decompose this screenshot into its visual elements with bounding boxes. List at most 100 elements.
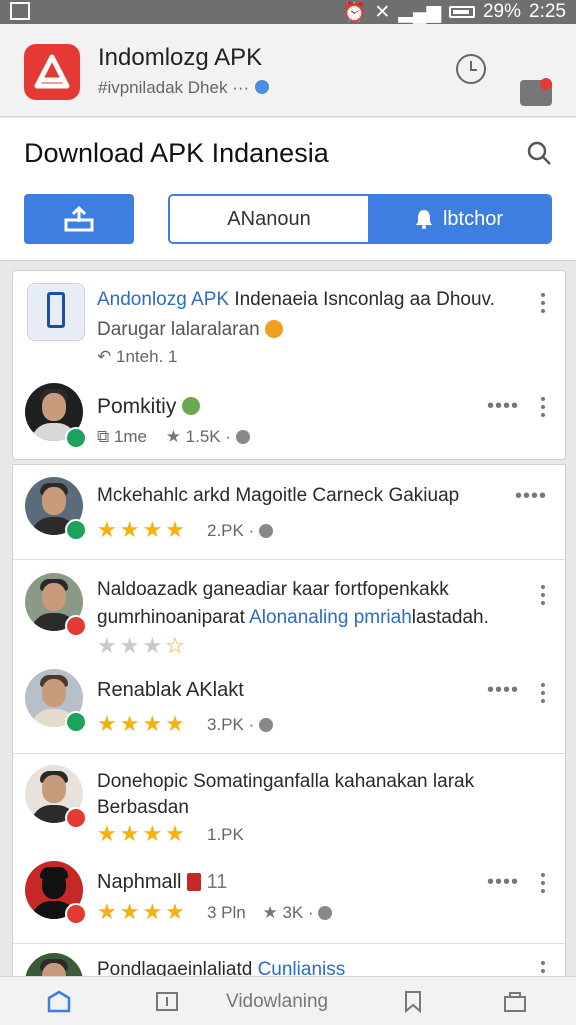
nav-download-label[interactable]: Vidowlaning [226,991,328,1013]
verified-badge-icon [65,519,87,541]
app-title: Indomlozg APK [98,44,263,71]
verified-icon [255,80,270,94]
mute-icon: ✕ [374,1,391,23]
item-count: 3 Pln ★ 3K · [207,903,333,923]
status-bar: ⏰ ✕ ▂▄▆ 29% 2:25 [0,0,576,24]
tab-bell-label: lbtchor [442,207,504,230]
star-icon: ★ [165,427,181,446]
bell-icon [415,210,432,229]
item-title-text: Naphmall [97,871,182,893]
clock-time: 2:25 [529,1,566,22]
flag-icon [187,873,202,891]
globe-small-icon [318,906,333,920]
item-link[interactable]: Alonanaling pmriah [249,607,412,628]
star-rating: ★★★☆ [97,633,188,658]
star-rating: ★★★★ [97,899,188,924]
alert-badge-icon [65,615,87,637]
comment-count: 1me [113,427,147,446]
app-header: Indomlozg APK #ivpniladak Dhek ··· [0,24,576,117]
star-rating: ★★★★ [97,517,188,542]
more-options-icon[interactable] [541,397,545,417]
segmented-control: ANanoun lbtchor [168,194,552,244]
horizontal-more-icon[interactable]: •••• [487,871,519,894]
user-meta: ⧉ 1me ★ 1.5K · [97,427,250,447]
item-count-text: 3.PK · [207,715,255,734]
item-title-line2: Berbasdan [97,797,189,818]
comment-icon[interactable]: ⧉ [97,427,109,446]
item-suffix: 11 [206,871,228,893]
item-count2: 3K · [282,903,314,922]
featured-card: Andonlozg APK Indenaeia Isnconlag aa Dho… [12,270,566,460]
post-meta: ↶ 1nteh. 1 [97,347,177,367]
history-icon[interactable] [456,54,486,84]
search-section: Download APK Indanesia ANanoun lbtchor [0,118,576,261]
post-subline-text: Darugar lalaralaran [97,319,260,340]
reply-icon[interactable]: ↶ [97,347,111,366]
globe-small-icon [235,430,250,444]
item-title: Donehopic Somatinganfalla kahanakan lara… [97,771,475,792]
horizontal-more-icon[interactable]: •••• [487,679,519,702]
nav-home-icon[interactable] [46,989,72,1013]
star-rating: ★★★★ [97,711,188,736]
upload-icon [64,206,94,232]
more-options-icon[interactable] [541,293,545,313]
verified-badge-icon [65,711,87,733]
bottom-navigation: Vidowlaning [0,976,576,1025]
more-options-icon[interactable] [541,585,545,605]
app-subtitle-text: #ivpniladak Dhek ··· [98,78,250,97]
more-options-icon[interactable] [541,683,545,703]
globe-icon [182,397,201,415]
post-meta-text: 1nteh. 1 [115,347,178,366]
star-rating: ★★★★ [97,821,188,846]
alert-badge-icon [65,807,87,829]
notification-badge [540,78,552,90]
nav-news-icon[interactable] [154,989,180,1013]
app-logo[interactable] [24,44,80,100]
user-name: Pomkitiy [97,395,201,419]
divider [13,753,565,754]
battery-level: 29% [482,1,522,22]
item-title: Renablak AKlakt [97,679,244,701]
search-icon[interactable] [526,140,552,166]
app-subtitle: #ivpniladak Dhek ··· [98,78,270,98]
horizontal-more-icon[interactable]: •••• [515,485,547,508]
nav-bookmark-icon[interactable] [400,989,426,1013]
alert-badge-icon [65,903,87,925]
alarm-icon: ⏰ [342,2,367,23]
globe-small-icon [258,718,273,732]
post-link[interactable]: Andonlozg APK [97,289,229,310]
item-count-text: 2.PK · [207,521,255,540]
item-count: 2.PK · [207,521,273,541]
verified-badge-icon [65,427,87,449]
divider [13,943,565,944]
star-icon: ★ [262,903,278,922]
nav-store-icon[interactable] [502,989,528,1013]
post-subline: Darugar lalaralaran [97,319,283,341]
feed-list: Mckehahlc arkd Magoitle Carneck Gakiuap … [12,464,566,986]
divider [13,559,565,560]
item-title: Naphmall 11 [97,871,227,894]
tab-announcement[interactable]: ANanoun [170,196,368,242]
item-title: Naldoazadk ganeadiar kaar fortfopenkakk [97,579,449,600]
rating-count: 1.5K · [185,427,232,446]
tab-bell[interactable]: lbtchor [368,196,550,242]
post-title: Andonlozg APK Indenaeia Isnconlag aa Dho… [97,289,495,311]
logo-triangle-icon [34,54,70,89]
page-title: Download APK Indanesia [24,138,329,168]
post-title-text: Indenaeia Isnconlag aa Dhouv. [229,289,495,310]
item-title-line2: gumrhinoaniparat Alonanaling pmriahlasta… [97,607,489,629]
globe-small-icon [258,524,273,538]
signal-icon: ▂▄▆ [398,1,441,23]
item-title-line2-text: gumrhinoaniparat [97,607,245,628]
coin-icon [264,320,283,338]
app-thumbnail[interactable] [27,283,85,341]
item-count: 3.PK · [207,715,273,735]
horizontal-more-icon[interactable]: •••• [487,395,519,418]
battery-icon [448,6,475,18]
user-name-text: Pomkitiy [97,395,177,418]
status-icons: ⏰ ✕ ▂▄▆ 29% 2:25 [343,0,566,24]
upload-button[interactable] [24,194,134,244]
more-options-icon[interactable] [541,873,545,893]
item-title: Mckehahlc arkd Magoitle Carneck Gakiuap [97,485,460,506]
screenshot-icon [10,2,30,20]
